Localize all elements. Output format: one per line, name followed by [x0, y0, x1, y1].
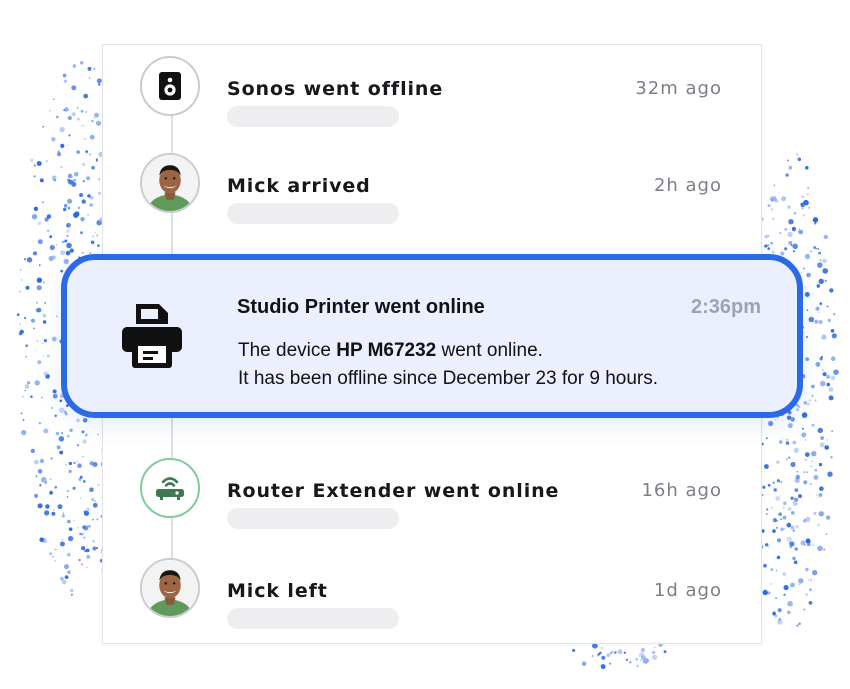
- feed-item-time: 16h ago: [641, 480, 722, 501]
- feed-item-title: Router Extender went online: [227, 480, 560, 502]
- router-icon: [140, 458, 200, 518]
- feed-item-title: Mick left: [227, 580, 328, 602]
- notification-detail: It has been offline since December 23 fo…: [238, 368, 659, 389]
- feed-item-time: 32m ago: [635, 78, 722, 99]
- placeholder-bar: [227, 203, 399, 224]
- placeholder-bar: [227, 608, 399, 629]
- feed-item-time: 2h ago: [653, 175, 722, 196]
- message-suffix: went online.: [436, 340, 543, 361]
- placeholder-bar: [227, 106, 399, 127]
- placeholder-bar: [227, 508, 399, 529]
- message-prefix: The device: [238, 340, 337, 361]
- notification-title: Studio Printer went online: [237, 296, 485, 318]
- notification-message: The device HP M67232 went online.: [238, 340, 543, 362]
- printer-icon: [119, 300, 185, 374]
- feed-item-time: 1d ago: [653, 580, 722, 601]
- avatar: [140, 153, 200, 213]
- feed-item-mick-arrived[interactable]: Mick arrived 2h ago: [140, 153, 730, 224]
- notification-card-studio-printer[interactable]: Studio Printer went online 2:36pm The de…: [61, 254, 803, 418]
- feed-item-router-extender[interactable]: Router Extender went online 16h ago: [140, 458, 730, 529]
- speaker-icon: [140, 56, 200, 116]
- feed-item-title: Mick arrived: [227, 175, 371, 197]
- notification-time: 2:36pm: [690, 296, 761, 318]
- device-name: HP M67232: [336, 340, 437, 361]
- feed-item-sonos[interactable]: Sonos went offline 32m ago: [140, 56, 730, 127]
- avatar: [140, 558, 200, 618]
- feed-item-title: Sonos went offline: [227, 78, 444, 100]
- feed-item-mick-left[interactable]: Mick left 1d ago: [140, 558, 730, 629]
